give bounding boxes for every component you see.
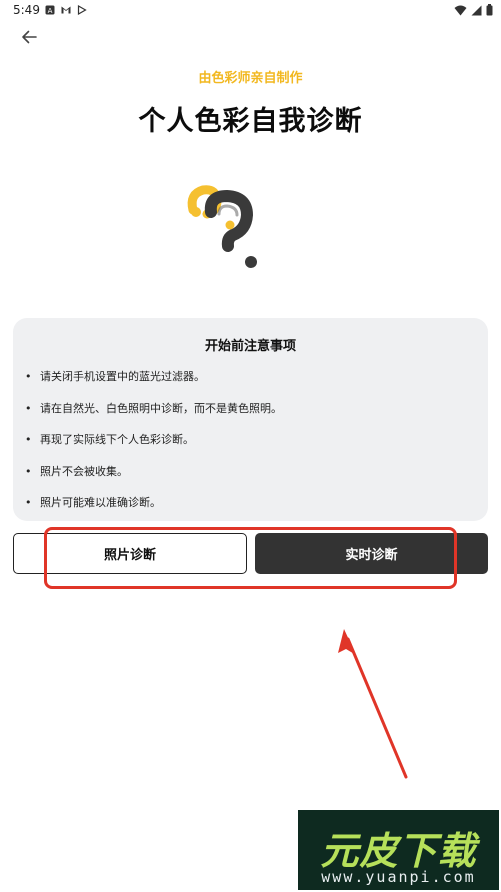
notice-item-text: 请关闭手机设置中的蓝光过滤器。 — [40, 370, 205, 383]
watermark-url: www.yuanpi.com — [321, 868, 476, 886]
notice-item: • 照片可能难以准确诊断。 — [23, 496, 282, 528]
watermark: 元皮下载 www.yuanpi.com — [298, 810, 499, 890]
notice-list: • 请关闭手机设置中的蓝光过滤器。 • 请在自然光、白色照明中诊断，而不是黄色照明。… — [23, 370, 282, 528]
a-square-icon: A — [45, 5, 55, 15]
gmail-icon — [61, 6, 71, 14]
status-time: 5:49 — [13, 3, 40, 17]
arrow-left-icon — [22, 30, 37, 44]
annotation-arrow-icon — [338, 629, 408, 779]
notice-title: 开始前注意事项 — [204, 339, 296, 354]
notice-item-text: 请在自然光、白色照明中诊断，而不是黄色照明。 — [40, 401, 282, 415]
bullet: • — [25, 464, 32, 478]
back-button[interactable] — [17, 26, 41, 48]
page-title: 个人色彩自我诊断 — [138, 106, 363, 137]
notice-item-text: 照片不会被收集。 — [40, 464, 128, 478]
annotation-highlight-box — [44, 527, 457, 589]
question-mark-illustration — [187, 185, 257, 268]
signal-icon — [471, 5, 482, 15]
system-icons — [454, 4, 493, 16]
bullet: • — [25, 433, 32, 446]
play-store-icon — [77, 5, 87, 15]
page-subtitle: 由色彩师亲自制作 — [198, 71, 303, 86]
notification-icons: A — [45, 5, 87, 15]
bullet: • — [25, 401, 32, 415]
wifi-icon — [454, 5, 467, 15]
notice-card: 开始前注意事项 • 请关闭手机设置中的蓝光过滤器。 • 请在自然光、白色照明中诊断，… — [13, 318, 488, 521]
notice-item: • 请关闭手机设置中的蓝光过滤器。 — [23, 370, 282, 402]
battery-icon — [486, 4, 493, 16]
notice-item-text: 再现了实际线下个人色彩诊断。 — [40, 433, 194, 446]
status-bar: 5:49 A — [0, 0, 501, 22]
notice-item: • 再现了实际线下个人色彩诊断。 — [23, 433, 282, 465]
svg-text:A: A — [48, 7, 53, 15]
notice-item: • 照片不会被收集。 — [23, 465, 282, 497]
bullet: • — [25, 496, 32, 509]
watermark-logo: 元皮下载 — [320, 829, 477, 873]
notice-item-text: 照片可能难以准确诊断。 — [40, 496, 161, 509]
notice-item: • 请在自然光、白色照明中诊断，而不是黄色照明。 — [23, 402, 282, 434]
bullet: • — [25, 370, 32, 383]
